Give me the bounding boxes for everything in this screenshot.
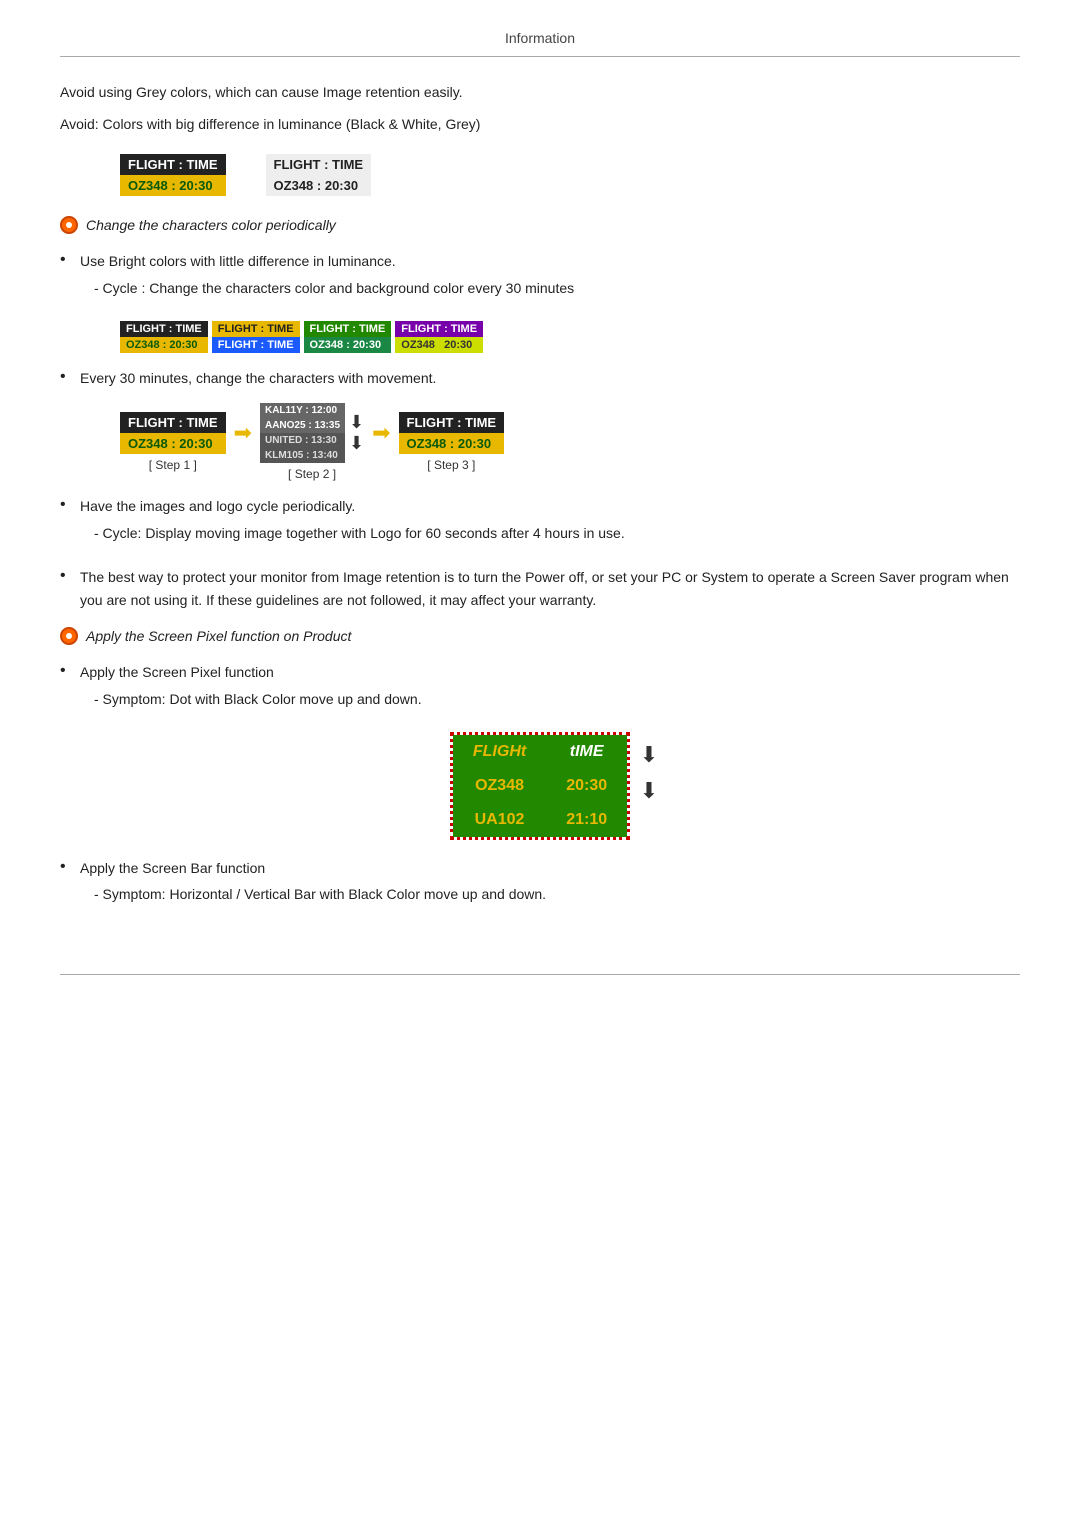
page-container: Information Avoid using Grey colors, whi… — [0, 0, 1080, 1035]
pixel-diagram-inner: FLIGHt tIME OZ348 20:30 UA102 21:10 ⬇ ⬇ — [450, 732, 630, 843]
cycle-box-1-data: OZ348 : 20:30 — [120, 337, 208, 353]
pixel-col1-header: FLIGHt — [453, 735, 546, 769]
cycle-box-4-header: FLIGHT : TIME — [395, 321, 483, 337]
bullet4-main: The best way to protect your monitor fro… — [80, 569, 1009, 607]
bullet3-sub: - Cycle: Display moving image together w… — [94, 522, 1020, 544]
pixel-col2-header: tIME — [546, 735, 627, 769]
step3-label: [ Step 3 ] — [427, 458, 475, 472]
step2-arrows: ⬇ ⬇ — [349, 412, 364, 454]
bullet-item-2: • Every 30 minutes, change the character… — [60, 367, 1020, 389]
cycle-box-2-header: FLIGHT : TIME — [212, 321, 300, 337]
demo-box-light-header: FLIGHT : TIME — [266, 154, 372, 175]
cycle-box-2: FLIGHT : TIME FLIGHT : TIME — [212, 321, 300, 353]
pixel-row1: OZ348 20:30 — [453, 769, 627, 803]
cycle-box-1-header: FLIGHT : TIME — [120, 321, 208, 337]
bullet-item-5: • Apply the Screen Pixel function - Symp… — [60, 661, 1020, 718]
pixel-row2-col2: 21:10 — [546, 803, 627, 837]
step1-label: [ Step 1 ] — [149, 458, 197, 472]
step3-flight-box: FLIGHT : TIME OZ348 : 20:30 — [399, 412, 505, 454]
cycle-boxes-row: FLIGHT : TIME OZ348 : 20:30 FLIGHT : TIM… — [120, 321, 1020, 353]
pixel-table: FLIGHt tIME OZ348 20:30 UA102 21:10 — [453, 735, 627, 837]
bullet6-sub: - Symptom: Horizontal / Vertical Bar wit… — [94, 883, 1020, 905]
step1-data: OZ348 : 20:30 — [120, 433, 226, 454]
step1-box: FLIGHT : TIME OZ348 : 20:30 [ Step 1 ] — [120, 412, 226, 472]
demo-box-dark-data: OZ348 : 20:30 — [120, 175, 226, 196]
screen-pixel-label: Apply the Screen Pixel function on Produ… — [86, 625, 351, 647]
pixel-diagram-wrapper: FLIGHt tIME OZ348 20:30 UA102 21:10 ⬇ ⬇ — [60, 732, 1020, 843]
bullet-dot-3: • — [60, 496, 80, 514]
bullet-section-4: • The best way to protect your monitor f… — [60, 566, 1020, 611]
pixel-diagram: FLIGHt tIME OZ348 20:30 UA102 21:10 — [450, 732, 630, 840]
demo-box-dark: FLIGHT : TIME OZ348 : 20:30 — [120, 154, 226, 196]
step2-row4: KLM105 : 13:40 — [260, 448, 345, 463]
step1-header: FLIGHT : TIME — [120, 412, 226, 433]
pixel-arrow-down-1-icon: ⬇ — [640, 742, 658, 768]
step1-to-step2-arrow: ➡ — [234, 420, 252, 446]
page-title: Information — [60, 30, 1020, 57]
step3-header: FLIGHT : TIME — [399, 412, 505, 433]
bottom-rule — [60, 974, 1020, 975]
arrow-down-2-icon: ⬇ — [349, 433, 364, 454]
cycle-box-4-data: OZ348 20:30 — [395, 337, 483, 353]
bullet-dot-5: • — [60, 662, 80, 680]
pixel-row2-col1: UA102 — [453, 803, 546, 837]
bullet2-main: Every 30 minutes, change the characters … — [80, 370, 436, 386]
step1-flight-box: FLIGHT : TIME OZ348 : 20:30 — [120, 412, 226, 454]
step2-row1: KAL11Y : 12:00 — [260, 403, 345, 418]
bullet-item-4: • The best way to protect your monitor f… — [60, 566, 1020, 611]
bullet-section-2: • Every 30 minutes, change the character… — [60, 367, 1020, 389]
intro-line1: Avoid using Grey colors, which can cause… — [60, 81, 1020, 103]
bullet1-sub: - Cycle : Change the characters color an… — [94, 277, 1020, 299]
pixel-row2: UA102 21:10 — [453, 803, 627, 837]
bullet1-main: Use Bright colors with little difference… — [80, 253, 396, 269]
orange-bullet-2: Apply the Screen Pixel function on Produ… — [60, 625, 1020, 647]
pixel-row1-col2: 20:30 — [546, 769, 627, 803]
bullet-dot-2: • — [60, 368, 80, 386]
demo-boxes-row: FLIGHT : TIME OZ348 : 20:30 FLIGHT : TIM… — [120, 154, 1020, 196]
bullet-section-5: • Apply the Screen Pixel function - Symp… — [60, 661, 1020, 718]
arrow-down-1-icon: ⬇ — [349, 412, 364, 433]
pixel-header-row: FLIGHt tIME — [453, 735, 627, 769]
step2-row2: AANO25 : 13:35 — [260, 418, 345, 433]
bullet-item-1: • Use Bright colors with little differen… — [60, 250, 1020, 307]
intro-line2: Avoid: Colors with big difference in lum… — [60, 113, 1020, 135]
bullet-section-3: • Have the images and logo cycle periodi… — [60, 495, 1020, 552]
step3-data: OZ348 : 20:30 — [399, 433, 505, 454]
step2-to-step3-arrow: ➡ — [372, 420, 390, 446]
cycle-box-2-data: FLIGHT : TIME — [212, 337, 300, 353]
demo-box-light: FLIGHT : TIME OZ348 : 20:30 — [266, 154, 372, 196]
cycle-box-4: FLIGHT : TIME OZ348 20:30 — [395, 321, 483, 353]
bullet5-sub: - Symptom: Dot with Black Color move up … — [94, 688, 1020, 710]
orange-circle-icon — [60, 216, 78, 234]
bullet-item-3: • Have the images and logo cycle periodi… — [60, 495, 1020, 552]
demo-box-dark-header: FLIGHT : TIME — [120, 154, 226, 175]
step2-box: KAL11Y : 12:00 AANO25 : 13:35 UNITED : 1… — [260, 403, 364, 481]
step2-label: [ Step 2 ] — [288, 467, 336, 481]
cycle-box-3-header: FLIGHT : TIME — [304, 321, 392, 337]
bullet5-main: Apply the Screen Pixel function — [80, 664, 274, 680]
step-diagram: FLIGHT : TIME OZ348 : 20:30 [ Step 1 ] ➡… — [120, 403, 1020, 481]
bullet3-main: Have the images and logo cycle periodica… — [80, 498, 355, 514]
cycle-box-3-data: OZ348 : 20:30 — [304, 337, 392, 353]
step3-box: FLIGHT : TIME OZ348 : 20:30 [ Step 3 ] — [399, 412, 505, 472]
step2-row3: UNITED : 13:30 — [260, 433, 345, 448]
step2-flights: KAL11Y : 12:00 AANO25 : 13:35 UNITED : 1… — [260, 403, 345, 463]
bullet6-main: Apply the Screen Bar function — [80, 860, 265, 876]
orange-circle-2-icon — [60, 627, 78, 645]
cycle-box-1: FLIGHT : TIME OZ348 : 20:30 — [120, 321, 208, 353]
bullet-dot-1: • — [60, 251, 80, 269]
cycle-box-3: FLIGHT : TIME OZ348 : 20:30 — [304, 321, 392, 353]
bullet-dot-4: • — [60, 567, 80, 585]
pixel-row1-col1: OZ348 — [453, 769, 546, 803]
change-color-label: Change the characters color periodically — [86, 214, 336, 236]
orange-bullet-1: Change the characters color periodically — [60, 214, 1020, 236]
bullet-section-1: • Use Bright colors with little differen… — [60, 250, 1020, 307]
bullet-section-6: • Apply the Screen Bar function - Sympto… — [60, 857, 1020, 914]
bullet-dot-6: • — [60, 858, 80, 876]
bullet-item-6: • Apply the Screen Bar function - Sympto… — [60, 857, 1020, 914]
demo-box-light-data: OZ348 : 20:30 — [266, 175, 372, 196]
pixel-arrow-down-2-icon: ⬇ — [640, 778, 658, 804]
